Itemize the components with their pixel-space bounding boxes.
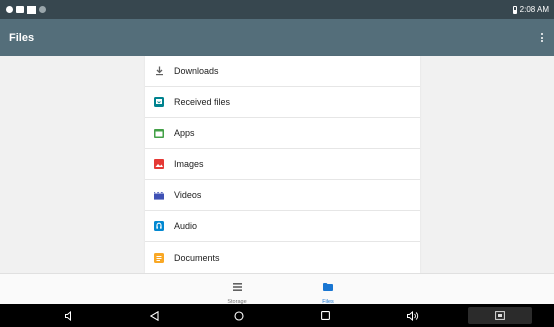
tab-storage[interactable]: Storage [207, 278, 267, 305]
list-item-audio[interactable]: Audio [145, 211, 420, 242]
notification-square-icon [16, 6, 24, 13]
list-item-received-files[interactable]: Received files [145, 87, 420, 118]
page-title: Files [9, 31, 35, 44]
back-icon[interactable] [147, 309, 161, 322]
apps-icon [154, 128, 164, 138]
image-icon [154, 159, 164, 169]
list-item-apps[interactable]: Apps [145, 118, 420, 149]
status-right: 2:08 AM [512, 5, 549, 14]
more-vert-icon[interactable] [538, 31, 546, 44]
received-files-icon [154, 97, 164, 107]
volume-down-icon[interactable] [62, 309, 76, 322]
audio-icon [154, 221, 164, 231]
notification-dot-icon [6, 6, 13, 13]
list-item-label: Received files [174, 97, 231, 107]
list-item-label: Videos [174, 190, 202, 200]
content-area: Downloads Received files Apps Images Vid… [0, 56, 554, 273]
battery-icon [512, 5, 517, 14]
recents-icon[interactable] [318, 309, 332, 322]
list-item-label: Audio [174, 221, 198, 231]
list-item-label: Images [174, 159, 204, 169]
screenshot-icon[interactable] [468, 307, 532, 324]
volume-up-icon[interactable] [406, 309, 420, 322]
video-icon [154, 190, 164, 200]
status-time: 2:08 AM [519, 5, 549, 14]
folder-icon [323, 278, 333, 296]
app-bar: Files [0, 19, 554, 56]
list-item-label: Documents [174, 252, 220, 263]
home-icon[interactable] [232, 309, 246, 322]
tab-files[interactable]: Files [298, 278, 358, 305]
list-item-documents[interactable]: Documents [145, 242, 420, 273]
notification-white-icon [27, 5, 36, 14]
list-item-label: Apps [174, 128, 195, 138]
status-bar: 2:08 AM [0, 0, 554, 19]
list-item-images[interactable]: Images [145, 149, 420, 180]
list-item-videos[interactable]: Videos [145, 180, 420, 211]
bottom-navigation: Storage Files [0, 273, 554, 305]
storage-icon [232, 278, 242, 296]
system-navigation-bar [0, 304, 554, 327]
list-item-downloads[interactable]: Downloads [145, 56, 420, 87]
download-icon [154, 66, 164, 76]
settings-dot-icon [39, 6, 46, 13]
document-icon [154, 252, 164, 263]
list-item-label: Downloads [174, 66, 219, 76]
category-list: Downloads Received files Apps Images Vid… [145, 56, 420, 273]
notification-icons [6, 5, 46, 14]
